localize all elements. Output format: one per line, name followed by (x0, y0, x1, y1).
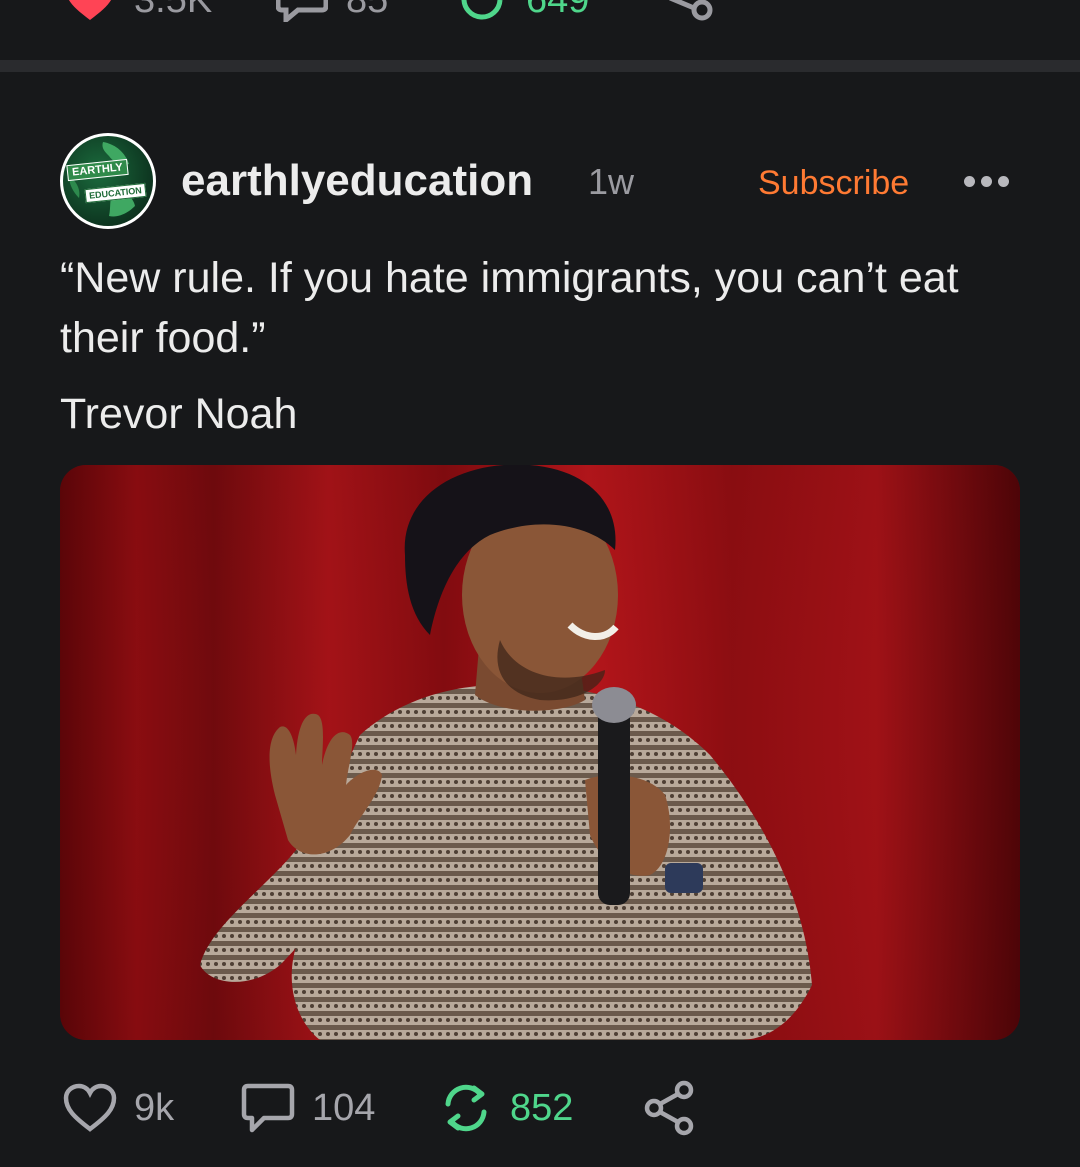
repost-count: 852 (510, 1087, 574, 1129)
prev-repost-count: 649 (526, 0, 590, 21)
comment-icon (276, 0, 328, 22)
comment-button[interactable]: 104 (240, 1078, 375, 1138)
repost-icon (445, 1084, 487, 1132)
post-quote-text: “New rule. If you hate immigrants, you c… (60, 254, 959, 362)
heart-icon (63, 1083, 117, 1132)
globe-icon (69, 142, 135, 217)
prev-like-button[interactable]: 3.5K (64, 0, 212, 22)
heart-filled-icon (68, 0, 112, 20)
subscribe-button[interactable]: Subscribe (758, 161, 909, 205)
post-image[interactable] (60, 465, 1020, 1040)
share-button[interactable] (640, 1078, 700, 1138)
prev-comment-button[interactable]: 85 (276, 0, 388, 22)
more-dot-icon (981, 175, 992, 187)
post-actions: 9k 104 852 (60, 1078, 1020, 1138)
more-dot-icon (998, 175, 1009, 187)
more-options-button[interactable] (964, 169, 1014, 193)
comment-icon (241, 1083, 295, 1133)
like-button[interactable]: 9k (62, 1078, 174, 1138)
repost-button[interactable]: 852 (438, 1078, 573, 1138)
share-icon (669, 0, 713, 21)
prev-repost-button[interactable]: 649 (456, 0, 589, 22)
prev-share-button[interactable] (660, 0, 716, 22)
previous-post-actions: 3.5K 85 649 (0, 0, 1080, 60)
repost-icon (461, 0, 503, 20)
share-icon (644, 1080, 694, 1136)
avatar[interactable]: EARTHLY EDUCATION (60, 133, 156, 229)
like-count: 9k (134, 1087, 175, 1129)
prev-comment-count: 85 (346, 0, 389, 21)
post-time: 1w (588, 161, 635, 202)
photo-comedian-on-stage-icon (60, 465, 1020, 1040)
prev-like-count: 3.5K (134, 0, 213, 21)
more-dot-icon (964, 175, 975, 187)
comment-count: 104 (312, 1087, 376, 1129)
author-username[interactable]: earthlyeducation (181, 155, 533, 207)
feed-page: 3.5K 85 649 EARTHLY EDUCATION earthlyedu… (0, 0, 1080, 1167)
post-divider (0, 60, 1080, 72)
post-header: EARTHLY EDUCATION earthlyeducation 1w Su… (60, 133, 1020, 229)
post-attribution: Trevor Noah (60, 390, 298, 438)
